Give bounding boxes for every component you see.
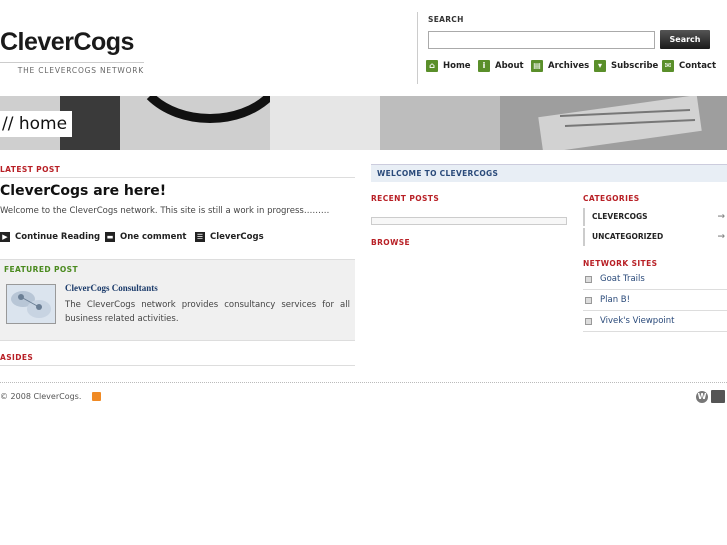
nav-item-subscribe[interactable]: ▾ Subscribe xyxy=(594,59,658,73)
network-site-label: Goat Trails xyxy=(600,274,645,284)
rss-icon[interactable] xyxy=(92,392,101,401)
nav-item-about[interactable]: i About xyxy=(478,59,524,73)
site-tagline: THE CLEVERCOGS NETWORK xyxy=(17,66,144,75)
latest-post-heading: LATEST POST xyxy=(0,165,61,174)
network-sites-heading: NETWORK SITES xyxy=(583,259,658,268)
bullet-icon xyxy=(585,317,592,325)
nav-item-home[interactable]: ⌂ Home xyxy=(426,59,471,73)
tagline-divider xyxy=(0,62,144,63)
categories-heading: CATEGORIES xyxy=(583,194,640,203)
bullet-icon xyxy=(585,296,592,304)
nav-label: Subscribe xyxy=(611,61,659,71)
theme-logo-icon[interactable] xyxy=(711,390,725,403)
browse-heading: BROWSE xyxy=(371,238,411,247)
nav-label: Home xyxy=(443,61,471,71)
network-site-link[interactable]: Plan B! xyxy=(583,290,727,311)
category-label: CleverCogs xyxy=(210,232,264,242)
network-site-label: Plan B! xyxy=(600,295,631,305)
nav-label: Archives xyxy=(548,61,590,71)
category-label: UNCATEGORIZED xyxy=(592,232,664,241)
bullet-icon xyxy=(585,275,592,283)
featured-thumbnail[interactable] xyxy=(6,284,56,324)
archive-icon: ▤ xyxy=(531,60,543,72)
recent-posts-list xyxy=(371,217,567,225)
category-icon: ☰ xyxy=(195,232,205,242)
banner-graphic xyxy=(0,96,727,150)
featured-post-box: FEATURED POST CleverCogs Consultants The… xyxy=(0,259,355,341)
wordpress-logo-icon[interactable]: W xyxy=(696,391,708,403)
nav-item-contact[interactable]: ✉ Contact xyxy=(662,59,716,73)
network-site-label: Vivek's Viewpoint xyxy=(600,316,675,326)
continue-reading-label: Continue Reading xyxy=(15,232,101,242)
arrow-right-icon: → xyxy=(717,232,725,242)
info-icon: i xyxy=(478,60,490,72)
arrow-right-icon: → xyxy=(717,212,725,222)
category-label: CLEVERCOGS xyxy=(592,212,648,221)
section-divider xyxy=(0,365,355,366)
page-label: // home xyxy=(0,111,73,137)
comments-link[interactable]: ▬ One comment xyxy=(105,232,186,242)
featured-post-text: The CleverCogs network provides consulta… xyxy=(65,300,350,324)
nav-item-archives[interactable]: ▤ Archives xyxy=(531,59,589,73)
category-item[interactable]: CLEVERCOGS → xyxy=(583,208,727,226)
network-site-link[interactable]: Vivek's Viewpoint xyxy=(583,311,727,332)
search-button[interactable]: Search xyxy=(660,30,710,49)
header-divider xyxy=(417,12,418,84)
site-title[interactable]: CleverCogs xyxy=(0,28,134,57)
copyright-text: © 2008 CleverCogs. xyxy=(0,392,82,401)
post-title[interactable]: CleverCogs are here! xyxy=(0,183,166,199)
featured-post-title[interactable]: CleverCogs Consultants xyxy=(65,283,158,293)
header-banner-image xyxy=(0,96,727,150)
comment-icon: ▬ xyxy=(105,232,115,242)
welcome-heading: WELCOME TO CLEVERCOGS xyxy=(371,164,727,182)
mail-icon: ✉ xyxy=(662,60,674,72)
search-label: SEARCH xyxy=(428,15,464,24)
comments-label: One comment xyxy=(120,232,187,242)
network-site-link[interactable]: Goat Trails xyxy=(583,269,727,290)
nav-label: About xyxy=(495,61,524,71)
featured-post-heading: FEATURED POST xyxy=(4,265,78,274)
post-excerpt: Welcome to the CleverCogs network. This … xyxy=(0,206,330,216)
footer-divider xyxy=(0,382,727,383)
recent-posts-heading: RECENT POSTS xyxy=(371,194,440,203)
nav-label: Contact xyxy=(679,61,717,71)
subscribe-icon: ▾ xyxy=(594,60,606,72)
search-input[interactable] xyxy=(428,31,655,49)
network-map-icon xyxy=(11,291,51,318)
category-item[interactable]: UNCATEGORIZED → xyxy=(583,228,727,246)
category-link[interactable]: ☰ CleverCogs xyxy=(195,232,264,242)
asides-heading: ASIDES xyxy=(0,353,34,362)
section-divider xyxy=(0,177,355,178)
continue-reading-link[interactable]: ▶ Continue Reading xyxy=(0,232,100,242)
home-icon: ⌂ xyxy=(426,60,438,72)
play-icon: ▶ xyxy=(0,232,10,242)
